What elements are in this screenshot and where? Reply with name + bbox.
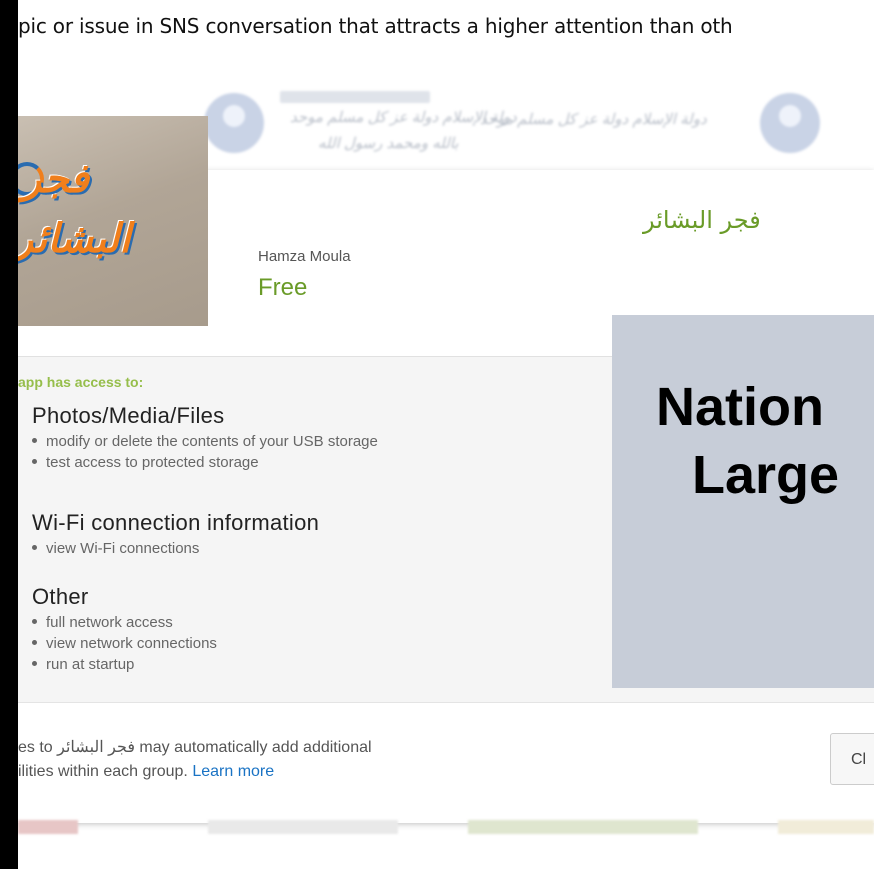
background-block (468, 820, 698, 834)
background-block (18, 820, 78, 834)
background-avatar-icon (204, 93, 264, 153)
app-icon-label-top: فجر (22, 157, 90, 201)
permission-group-photos: Photos/Media/Files modify or delete the … (32, 403, 378, 473)
bullet-icon (32, 438, 37, 444)
background-block (208, 820, 398, 834)
close-button[interactable]: Cl (830, 733, 874, 785)
bullet-icon (32, 661, 37, 667)
permission-group-wifi: Wi-Fi connection information view Wi-Fi … (32, 510, 319, 559)
permission-group-title: Other (32, 584, 89, 609)
background-avatar-icon-2 (760, 93, 820, 153)
permissions-heading: app has access to: (18, 374, 144, 390)
app-icon-label-bottom: البشائر (18, 217, 131, 261)
background-text-2: دولة الإسلام دولة عز كل مسلم موحد (480, 111, 707, 128)
background-block (778, 820, 874, 834)
permission-item: view Wi-Fi connections (32, 538, 319, 559)
bullet-icon (32, 640, 37, 646)
permission-group-title: Wi-Fi connection information (32, 510, 320, 535)
overlay-line-2: Large (692, 445, 840, 505)
developer-name[interactable]: Hamza Moula (258, 248, 351, 265)
updates-note: es to فجر البشائر may automatically add … (18, 736, 372, 784)
permission-item: view network connections (32, 633, 217, 654)
background-line (280, 91, 430, 103)
permission-item: modify or delete the contents of your US… (32, 431, 378, 452)
overlay-text: Nation Large (656, 373, 839, 509)
permission-item: test access to protected storage (32, 452, 378, 473)
page: pic or issue in SNS conversation that at… (18, 0, 874, 869)
permission-group-other: Other full network access view network c… (32, 584, 217, 675)
background-text-3: بالله ومحمد رسول الله (318, 135, 459, 152)
updates-note-line2: ilities within each group. Learn more (18, 763, 275, 780)
overlay-panel: Nation Large (612, 315, 874, 688)
learn-more-link[interactable]: Learn more (192, 763, 274, 780)
bullet-icon (32, 619, 37, 625)
app-name: فجر البشائر (643, 206, 761, 234)
app-price: Free (258, 274, 308, 301)
overlay-line-1: Nation (656, 377, 824, 437)
app-icon: فجر البشائر (18, 116, 208, 326)
background-bottom-strip (18, 820, 874, 834)
updates-note-line1: es to فجر البشائر may automatically add … (18, 739, 372, 756)
permission-group-title: Photos/Media/Files (32, 403, 225, 428)
bullet-icon (32, 545, 37, 551)
permission-item: full network access (32, 612, 217, 633)
bullet-icon (32, 459, 37, 465)
permission-item: run at startup (32, 654, 217, 675)
headline-text: pic or issue in SNS conversation that at… (18, 14, 733, 38)
dialog-footer: es to فجر البشائر may automatically add … (18, 702, 874, 823)
